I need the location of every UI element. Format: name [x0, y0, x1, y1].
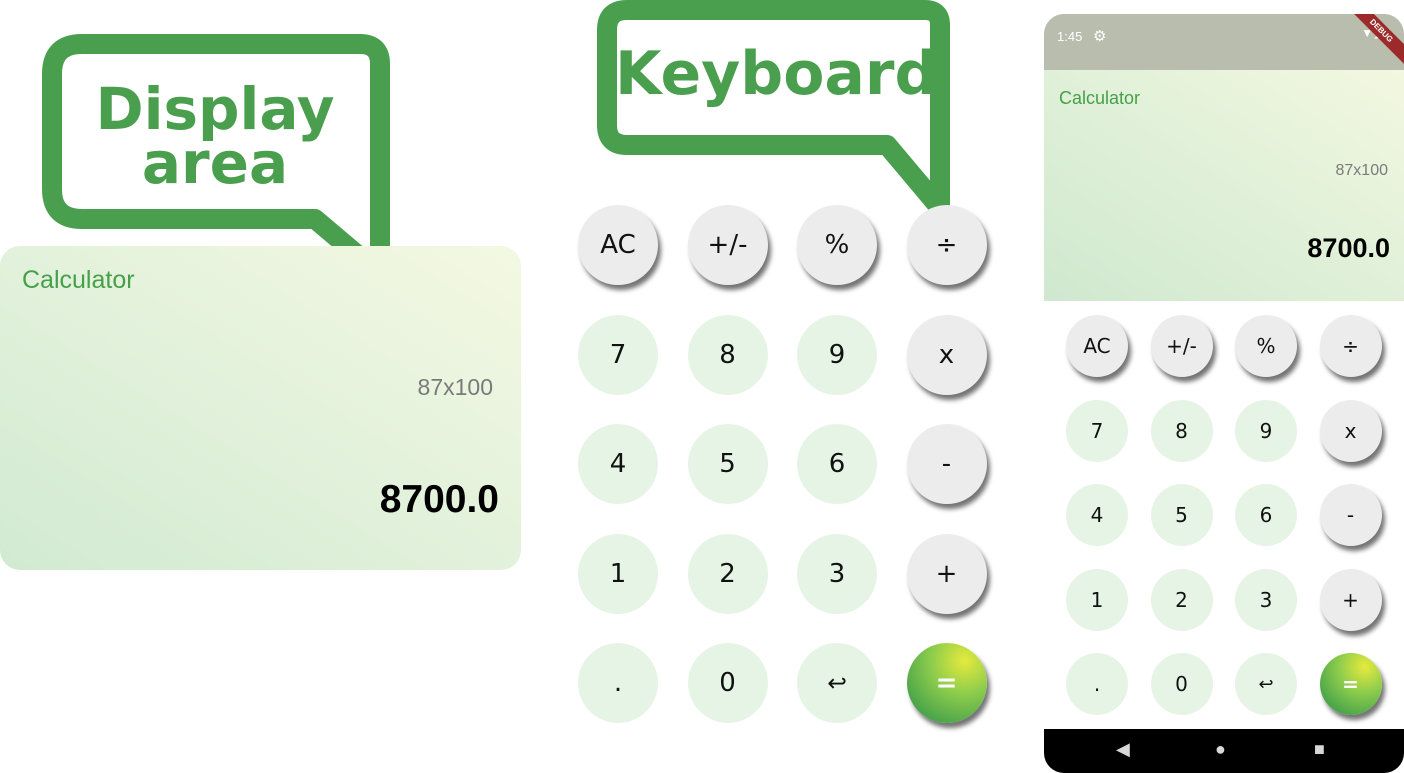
result-text: 8700.0 — [379, 478, 499, 521]
digit-2-button[interactable]: 2 — [1150, 568, 1213, 631]
digit-8-button[interactable]: 8 — [687, 314, 768, 395]
gear-icon: ⚙ — [1093, 28, 1107, 45]
phone-display-area: Calculator 87x100 8700.0 — [1044, 70, 1404, 301]
digit-2-button[interactable]: 2 — [687, 533, 768, 614]
multiply-button[interactable]: x — [906, 314, 987, 395]
add-button[interactable]: + — [906, 533, 987, 614]
backspace-button[interactable]: ↩ — [1235, 653, 1297, 715]
divide-button[interactable]: ÷ — [1319, 315, 1382, 377]
digit-4-button[interactable]: 4 — [1066, 484, 1128, 546]
status-time: 1:45 — [1057, 29, 1083, 44]
app-title: Calculator — [1059, 88, 1141, 108]
decimal-button[interactable]: . — [578, 643, 658, 723]
back-triangle-icon[interactable]: ◀ — [1116, 739, 1130, 760]
divide-button[interactable]: ÷ — [906, 205, 987, 285]
digit-0-button[interactable]: 0 — [1150, 653, 1213, 715]
equals-button[interactable]: = — [906, 643, 987, 723]
expression-text: 87x100 — [417, 374, 493, 400]
digit-6-button[interactable]: 6 — [1235, 484, 1297, 546]
digit-7-button[interactable]: 7 — [578, 314, 658, 395]
toggle-sign-button[interactable]: +/- — [687, 205, 768, 285]
status-bar: 1:45 ⚙ ▼◢▮ DEBUG — [1044, 14, 1404, 72]
decimal-button[interactable]: . — [1066, 653, 1128, 715]
equals-button[interactable]: = — [1319, 653, 1382, 715]
navigation-bar: ◀ ● ■ — [1044, 729, 1404, 773]
digit-5-button[interactable]: 5 — [1150, 484, 1213, 546]
all-clear-button[interactable]: AC — [1066, 315, 1128, 377]
home-circle-icon[interactable]: ● — [1215, 739, 1226, 760]
debug-banner: DEBUG — [1340, 14, 1404, 72]
keyboard-callout: Keyboard — [595, 0, 955, 218]
percent-button[interactable]: % — [1235, 315, 1297, 377]
subtract-button[interactable]: - — [1319, 484, 1382, 546]
digit-9-button[interactable]: 9 — [1235, 399, 1297, 462]
digit-8-button[interactable]: 8 — [1150, 399, 1213, 462]
digit-4-button[interactable]: 4 — [578, 424, 658, 504]
all-clear-button[interactable]: AC — [578, 205, 658, 285]
speech-bubble-shape — [597, 0, 950, 218]
subtract-button[interactable]: - — [906, 424, 987, 504]
digit-3-button[interactable]: 3 — [797, 533, 877, 614]
app-title: Calculator — [22, 266, 135, 294]
expression-text: 87x100 — [1335, 162, 1389, 179]
result-text: 8700.0 — [1307, 233, 1390, 263]
digit-1-button[interactable]: 1 — [1066, 568, 1128, 631]
digit-3-button[interactable]: 3 — [1235, 568, 1297, 631]
recents-square-icon[interactable]: ■ — [1314, 739, 1325, 760]
display-area: Calculator 87x100 8700.0 — [0, 246, 521, 570]
callout-label: Keyboard — [615, 39, 938, 109]
percent-button[interactable]: % — [797, 205, 877, 285]
backspace-button[interactable]: ↩ — [797, 643, 877, 723]
toggle-sign-button[interactable]: +/- — [1150, 315, 1213, 377]
digit-6-button[interactable]: 6 — [797, 424, 877, 504]
digit-7-button[interactable]: 7 — [1066, 399, 1128, 462]
digit-9-button[interactable]: 9 — [797, 314, 877, 395]
digit-0-button[interactable]: 0 — [687, 643, 768, 723]
digit-1-button[interactable]: 1 — [578, 533, 658, 614]
phone-screen: 1:45 ⚙ ▼◢▮ DEBUG Calculator 87x100 8700.… — [1044, 14, 1404, 773]
digit-5-button[interactable]: 5 — [687, 424, 768, 504]
callout-label: Display area — [70, 80, 360, 192]
multiply-button[interactable]: x — [1319, 399, 1382, 462]
add-button[interactable]: + — [1319, 568, 1382, 631]
